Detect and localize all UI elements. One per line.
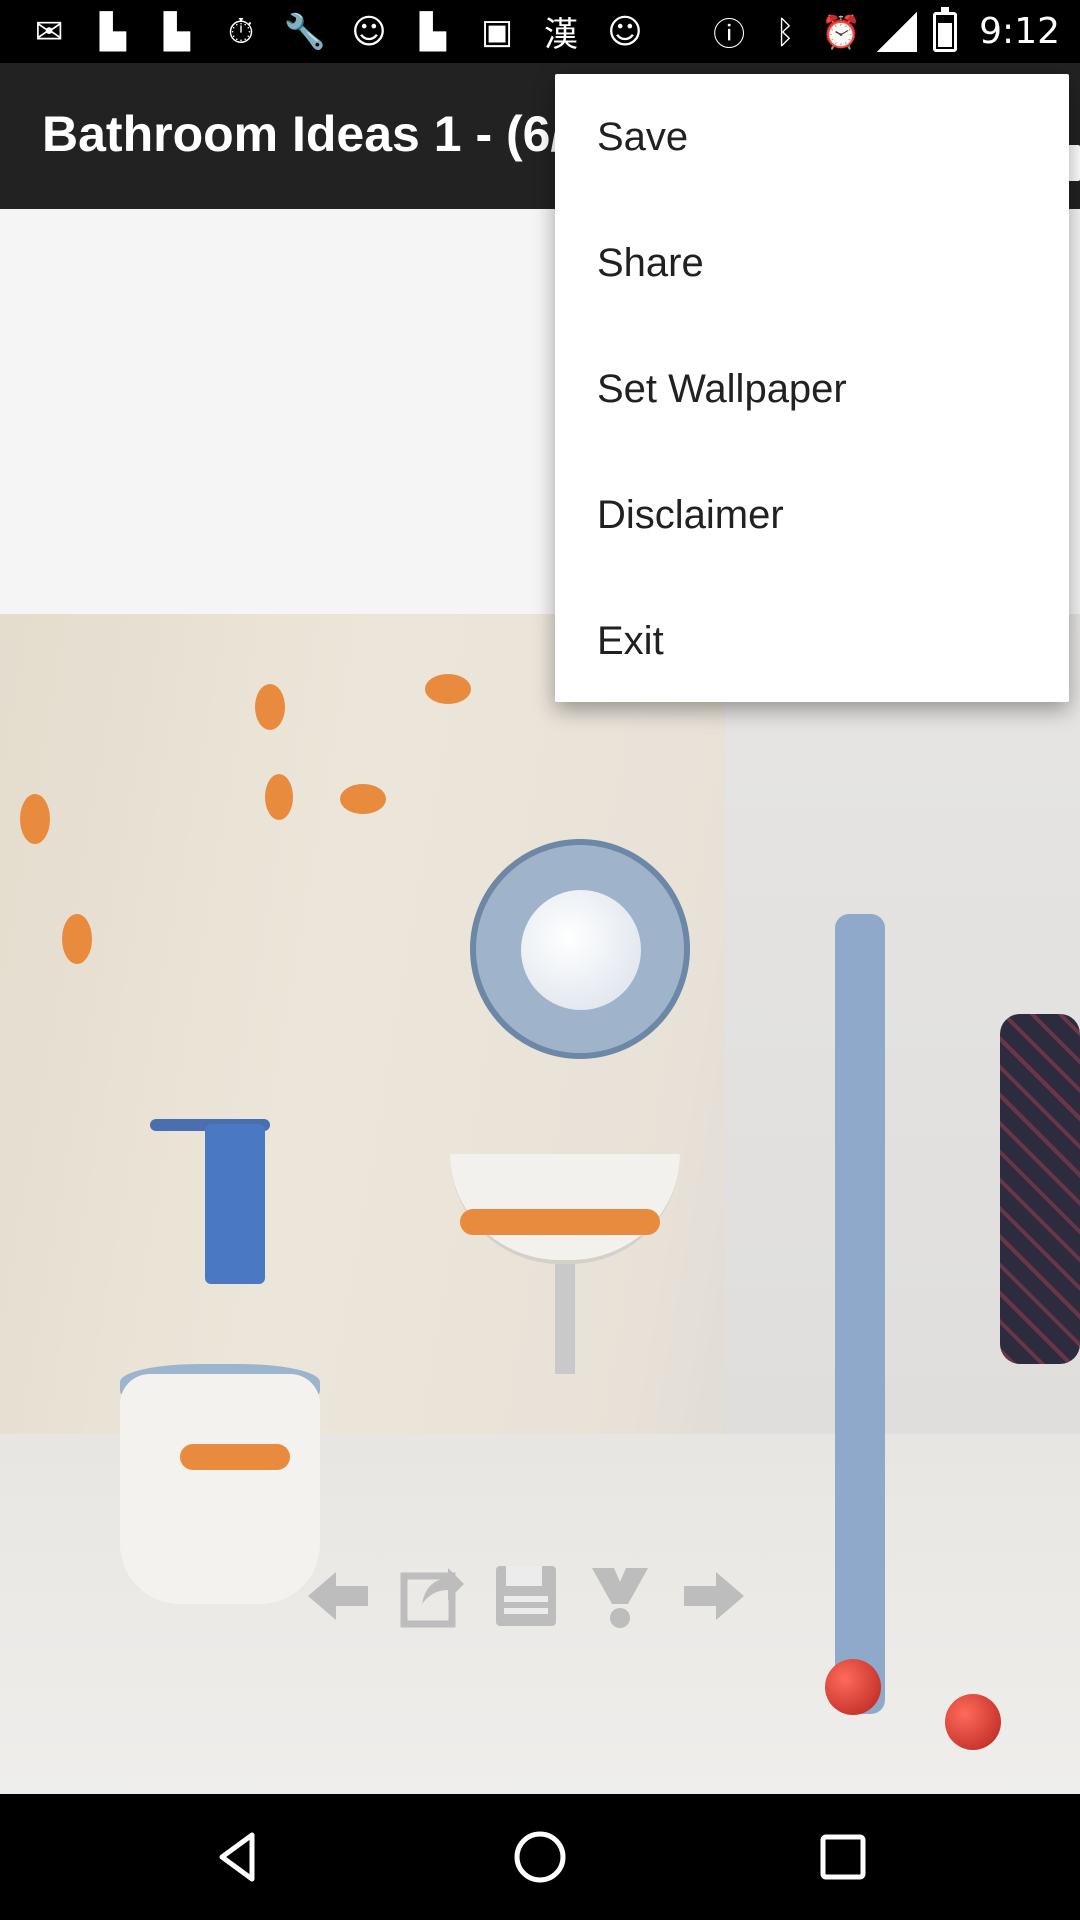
share-button[interactable] xyxy=(394,1558,470,1634)
photo-fish-band xyxy=(460,1209,660,1235)
previous-button[interactable] xyxy=(300,1558,376,1634)
flipboard-icon: ▙ xyxy=(99,11,127,52)
save-button[interactable] xyxy=(488,1558,564,1634)
menu-item-exit[interactable]: Exit xyxy=(555,578,1069,704)
set-wallpaper-button[interactable] xyxy=(582,1558,658,1634)
back-icon xyxy=(219,1832,255,1882)
back-button[interactable] xyxy=(203,1822,273,1892)
page-title: Bathroom Ideas 1 - (6/ xyxy=(42,106,565,162)
photo-fish-tile xyxy=(340,784,386,814)
recents-icon xyxy=(820,1834,866,1880)
status-system-icons: ⓘ ᛒ ⏰ 9:12 xyxy=(709,0,1060,63)
arrow-right-icon xyxy=(684,1572,744,1620)
bluetooth-icon: ᛒ xyxy=(775,12,795,51)
status-notification-icons: ✉ ▙ ▙ ⏱ 🔧 ☺ ▙ ▣ 漢 ☺ xyxy=(26,0,648,63)
navigation-bar xyxy=(0,1794,1080,1920)
flipboard-icon: ▙ xyxy=(163,11,191,52)
battery-icon xyxy=(933,6,958,52)
next-button[interactable] xyxy=(676,1558,752,1634)
wrench-icon: 🔧 xyxy=(283,11,327,52)
menu-item-set-wallpaper[interactable]: Set Wallpaper xyxy=(555,326,1069,452)
share-export-icon xyxy=(400,1568,464,1628)
smiley-icon: ☺ xyxy=(351,11,387,52)
photo-towel xyxy=(205,1124,265,1284)
chinese-char-icon: 漢 xyxy=(544,15,578,55)
photo-fish-tile xyxy=(20,794,50,844)
menu-item-share[interactable]: Share xyxy=(555,200,1069,326)
home-icon xyxy=(514,1831,566,1883)
overflow-menu: Save Share Set Wallpaper Disclaimer Exit xyxy=(555,74,1069,702)
photo-mirror xyxy=(470,839,690,1059)
photo-fish-tile xyxy=(425,674,471,704)
photo-knit-towel xyxy=(1000,1014,1080,1364)
menu-item-save[interactable]: Save xyxy=(555,74,1069,200)
photo-fish-tile xyxy=(265,774,293,820)
signal-icon xyxy=(877,11,918,52)
home-button[interactable] xyxy=(505,1822,575,1892)
menu-item-disclaimer[interactable]: Disclaimer xyxy=(555,452,1069,578)
photo-red-ball xyxy=(945,1694,1001,1750)
photo-fish-tile xyxy=(62,914,92,964)
recents-button[interactable] xyxy=(808,1822,878,1892)
alert-icon: ⓘ xyxy=(713,14,746,53)
photo-red-ball xyxy=(825,1659,881,1715)
alarm-icon: ⏰ xyxy=(821,12,862,51)
photo-pipe xyxy=(555,1264,575,1374)
photo-toilet xyxy=(120,1374,320,1604)
status-bar: ✉ ▙ ▙ ⏱ 🔧 ☺ ▙ ▣ 漢 ☺ ⓘ ᛒ ⏰ 9:12 xyxy=(0,0,1080,63)
photo-fish-tile xyxy=(255,684,285,730)
save-floppy-icon xyxy=(496,1566,556,1626)
photo-fish-band xyxy=(180,1444,290,1470)
photo-height-ruler xyxy=(835,914,885,1714)
timer-icon: ⏱ xyxy=(227,11,255,52)
messages-icon: ✉ xyxy=(34,11,64,52)
flipboard-icon: ▙ xyxy=(419,11,447,52)
image-toolbar xyxy=(300,1558,752,1634)
wallpaper-icon xyxy=(592,1568,648,1628)
qt-icon: ▣ xyxy=(480,11,514,52)
status-time: 9:12 xyxy=(979,11,1060,52)
smiley-icon: ☺ xyxy=(607,11,643,52)
arrow-left-icon xyxy=(308,1572,368,1620)
